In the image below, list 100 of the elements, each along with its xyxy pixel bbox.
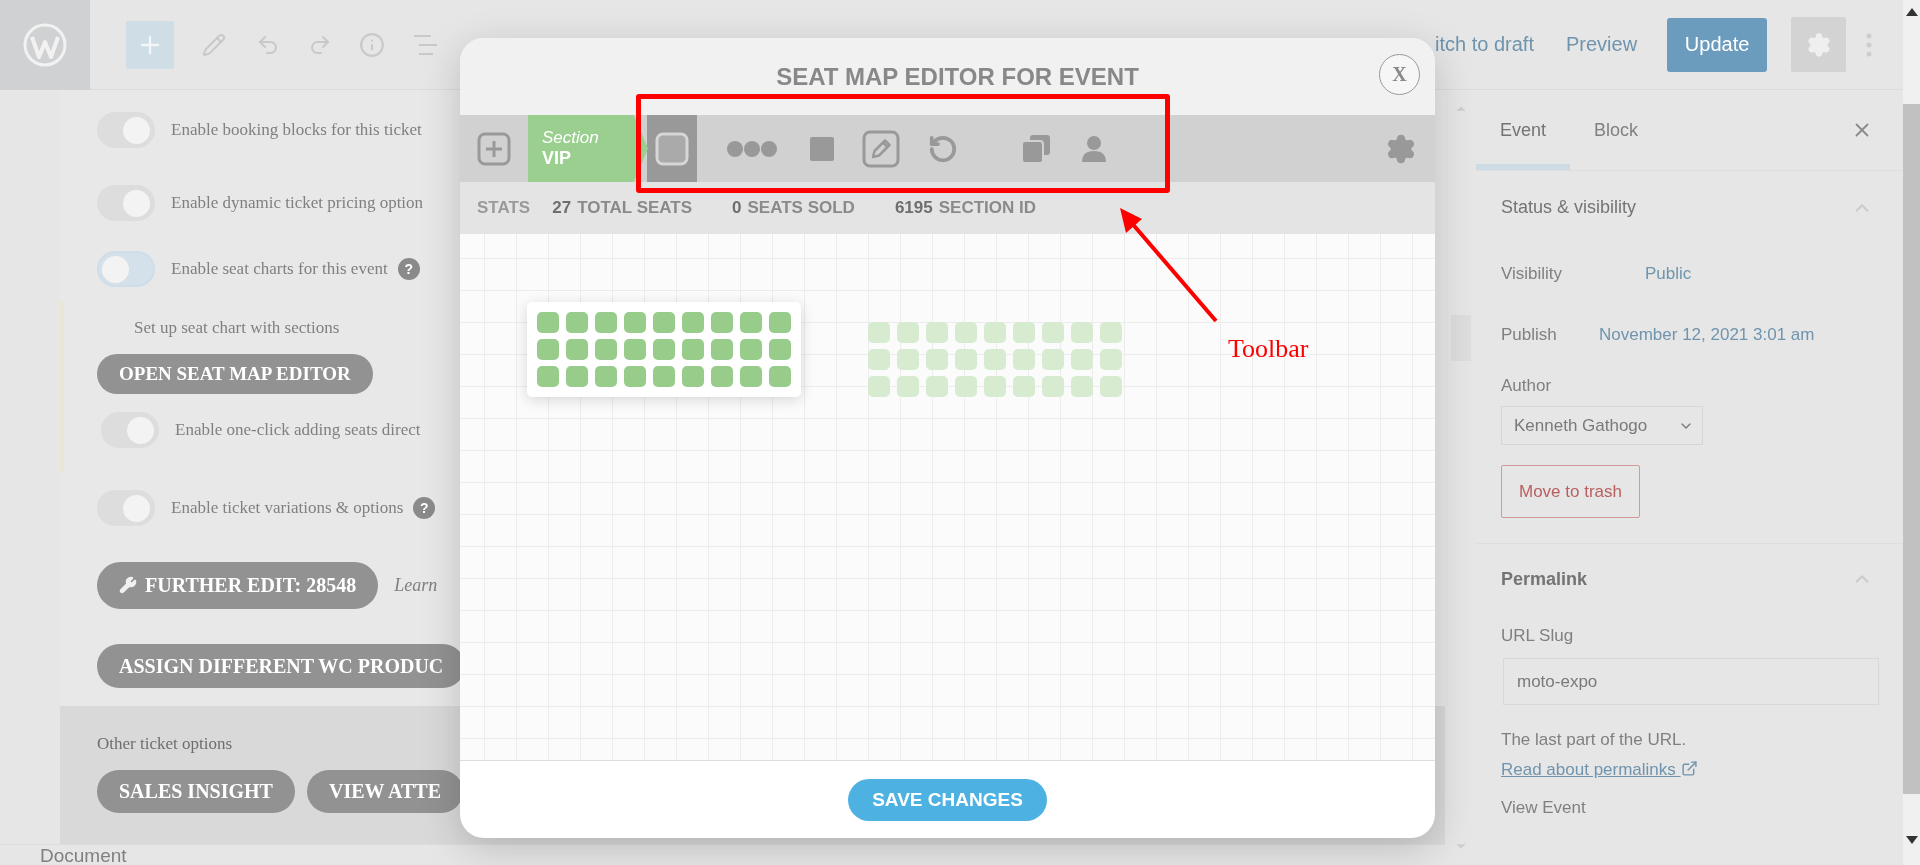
annotation-label: Toolbar — [1228, 334, 1309, 364]
field-label: Author — [1501, 376, 1553, 396]
seat-icon[interactable] — [1100, 376, 1122, 397]
seat-icon[interactable] — [682, 339, 704, 360]
seat-icon[interactable] — [984, 322, 1006, 343]
seat-icon[interactable] — [595, 312, 617, 333]
seat-icon[interactable] — [653, 366, 675, 387]
seat-icon[interactable] — [769, 312, 791, 333]
seat-icon[interactable] — [595, 339, 617, 360]
undo-icon[interactable] — [928, 133, 958, 164]
switch-to-draft-link[interactable]: itch to draft — [1435, 33, 1534, 56]
help-text: The last part of the URL. Read about permalinks — [1476, 705, 1903, 785]
preview-link[interactable]: Preview — [1565, 33, 1638, 56]
toggle-switch[interactable] — [97, 251, 155, 287]
seat-icon[interactable] — [740, 366, 762, 387]
scroll-down-icon[interactable] — [1905, 836, 1918, 844]
toggle-label: Enable seat charts for this event — [171, 259, 388, 279]
seat-icon[interactable] — [897, 376, 919, 397]
seat-icon[interactable] — [624, 312, 646, 333]
seat-icon[interactable] — [1042, 376, 1064, 397]
help-icon[interactable]: ? — [413, 497, 436, 519]
seat-icon[interactable] — [653, 312, 675, 333]
section-tag[interactable]: Section VIP — [528, 115, 648, 182]
settings-button[interactable] — [1791, 17, 1847, 72]
field-label: URL Slug — [1501, 626, 1575, 646]
seat-icon[interactable] — [769, 339, 791, 360]
seat-icon[interactable] — [624, 339, 646, 360]
option-button[interactable]: SALES INSIGHT — [97, 770, 295, 813]
seat-icon[interactable] — [769, 366, 791, 387]
sidebar-tab[interactable]: Block — [1570, 90, 1663, 170]
seat-icon[interactable] — [1013, 322, 1035, 343]
seat-icon[interactable] — [682, 312, 704, 333]
seat-icon[interactable] — [955, 322, 977, 343]
field-label: Publish — [1501, 325, 1558, 345]
close-button[interactable]: X — [1379, 54, 1420, 95]
section-name: VIP — [542, 148, 572, 169]
seat-icon[interactable] — [1013, 376, 1035, 397]
scroll-up-icon[interactable] — [1905, 8, 1918, 16]
seat-icon[interactable] — [868, 376, 890, 397]
seat-icon[interactable] — [955, 349, 977, 370]
seat-icon[interactable] — [984, 349, 1006, 370]
seat-icon[interactable] — [1071, 376, 1093, 397]
sidebar-tab[interactable]: Event — [1476, 90, 1571, 170]
seat-icon[interactable] — [740, 312, 762, 333]
seat-icon[interactable] — [955, 376, 977, 397]
seat-icon[interactable] — [984, 376, 1006, 397]
seat-icon[interactable] — [868, 349, 890, 370]
seat-icon[interactable] — [897, 322, 919, 343]
help-icon[interactable]: ? — [397, 258, 420, 280]
open-seat-map-button[interactable]: OPEN SEAT MAP EDITOR — [97, 354, 373, 394]
seat-icon[interactable] — [897, 349, 919, 370]
seat-icon[interactable] — [653, 339, 675, 360]
stat-label: TOTAL SEATS — [577, 198, 693, 218]
move-to-trash-button[interactable]: Move to trash — [1501, 465, 1640, 518]
seat-icon[interactable] — [926, 376, 948, 397]
seat-icon[interactable] — [1013, 349, 1035, 370]
seat-icon[interactable] — [711, 366, 733, 387]
author-select[interactable]: Kenneth Gathogo — [1501, 406, 1703, 445]
seat-icon[interactable] — [537, 339, 559, 360]
section-note: Set up seat chart with sections — [134, 318, 340, 338]
tool-button[interactable] — [647, 115, 697, 182]
seat-icon[interactable] — [1100, 322, 1122, 343]
seat-icon[interactable] — [566, 312, 588, 333]
add-block-button[interactable] — [126, 20, 174, 69]
seat-icon[interactable] — [711, 312, 733, 333]
seat-block[interactable] — [527, 302, 801, 397]
view-event-link[interactable]: View Event — [1501, 798, 1701, 818]
seat-icon[interactable] — [566, 366, 588, 387]
save-changes-button[interactable]: SAVE CHANGES — [848, 778, 1047, 821]
seat-icon[interactable] — [1071, 322, 1093, 343]
further-edit-button[interactable]: FURTHER EDIT: 28548 — [97, 561, 379, 609]
seat-icon[interactable] — [537, 312, 559, 333]
stat-label: SEATS SOLD — [747, 198, 855, 218]
seat-icon[interactable] — [537, 366, 559, 387]
publish-date-link[interactable]: November 12, 2021 3:01 am — [1599, 325, 1815, 345]
seat-icon[interactable] — [1042, 349, 1064, 370]
seat-icon[interactable] — [682, 366, 704, 387]
seat-icon[interactable] — [868, 322, 890, 343]
gear-icon — [1805, 31, 1832, 58]
section-title: Permalink — [1501, 568, 1588, 590]
seat-icon[interactable] — [566, 339, 588, 360]
seat-icon[interactable] — [624, 366, 646, 387]
seat-icon[interactable] — [1042, 322, 1064, 343]
scroll-thumb[interactable] — [1903, 104, 1920, 794]
toggle-label: Enable one-click adding seats direct — [175, 420, 421, 440]
seat-icon[interactable] — [711, 339, 733, 360]
seat-icon[interactable] — [740, 339, 762, 360]
learn-more-link[interactable]: Learn — [394, 574, 438, 596]
seat-icon[interactable] — [1100, 349, 1122, 370]
seat-icon[interactable] — [926, 322, 948, 343]
url-slug-field[interactable]: moto-expo — [1503, 658, 1879, 705]
update-button[interactable]: Update — [1667, 17, 1768, 72]
seat-icon[interactable] — [1071, 349, 1093, 370]
visibility-link[interactable]: Public — [1645, 264, 1692, 284]
stats-label: STATS — [477, 198, 531, 218]
seat-icon[interactable] — [595, 366, 617, 387]
permalinks-link[interactable]: Read about permalinks — [1501, 760, 1698, 779]
seat-icon[interactable] — [926, 349, 948, 370]
dialog-title: SEAT MAP EDITOR FOR EVENT — [775, 62, 1139, 91]
options-title: Other ticket options — [97, 734, 234, 754]
